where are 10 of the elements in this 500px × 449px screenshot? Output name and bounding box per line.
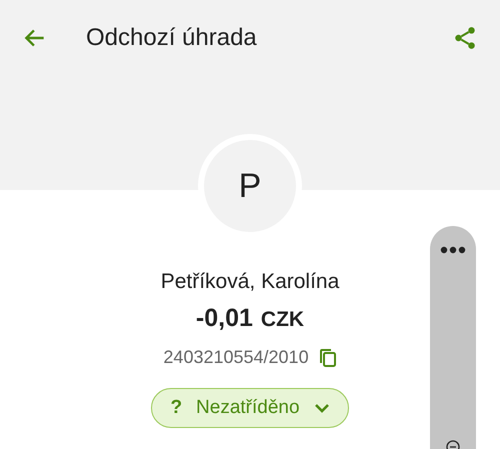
copy-icon[interactable] [318, 348, 337, 368]
amount: -0,01 [196, 304, 253, 333]
avatar-initial: P [204, 140, 296, 232]
more-icon[interactable] [440, 246, 466, 254]
currency: CZK [260, 308, 304, 332]
category-dropdown[interactable]: ? Nezatříděno [151, 388, 349, 428]
chevron-down-icon [314, 403, 330, 413]
counterparty-name: Petříková, Karolína [160, 270, 340, 294]
screen-title: Odchozí úhrada [86, 24, 258, 52]
account-number: 2403210554/2010 [163, 347, 309, 368]
